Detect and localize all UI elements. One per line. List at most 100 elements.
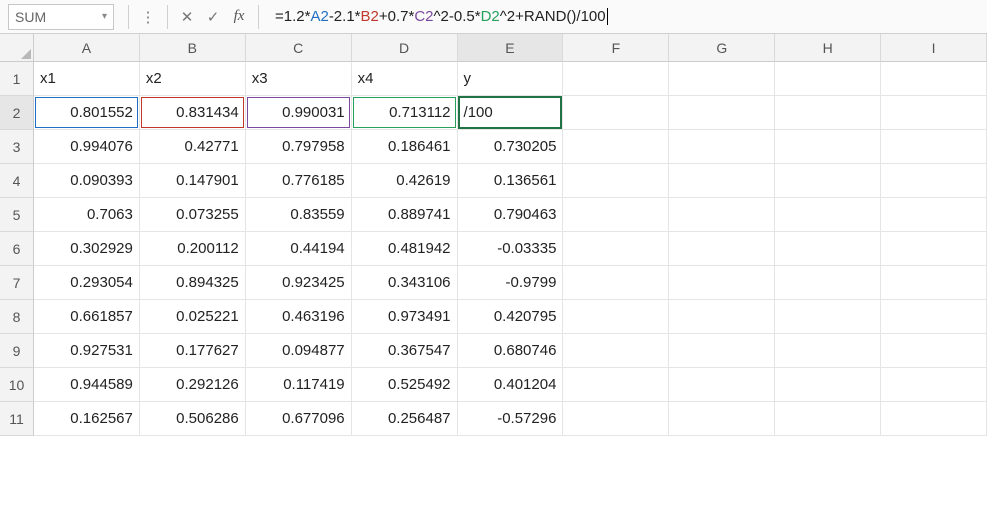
row-header-7[interactable]: 7 bbox=[0, 266, 34, 300]
cell-A6[interactable]: 0.302929 bbox=[34, 232, 140, 266]
cell-I6[interactable] bbox=[881, 232, 987, 266]
cell-G8[interactable] bbox=[669, 300, 775, 334]
cell-D9[interactable]: 0.367547 bbox=[352, 334, 458, 368]
cell-H7[interactable] bbox=[775, 266, 881, 300]
cell-B11[interactable]: 0.506286 bbox=[140, 402, 246, 436]
cell-E8[interactable]: 0.420795 bbox=[458, 300, 564, 334]
row-header-9[interactable]: 9 bbox=[0, 334, 34, 368]
cell-G11[interactable] bbox=[669, 402, 775, 436]
cell-B8[interactable]: 0.025221 bbox=[140, 300, 246, 334]
cell-C1[interactable]: x3 bbox=[246, 62, 352, 96]
cell-E7[interactable]: -0.9799 bbox=[458, 266, 564, 300]
col-header-F[interactable]: F bbox=[563, 34, 669, 62]
cell-D6[interactable]: 0.481942 bbox=[352, 232, 458, 266]
cell-D1[interactable]: x4 bbox=[352, 62, 458, 96]
cell-H11[interactable] bbox=[775, 402, 881, 436]
cell-G9[interactable] bbox=[669, 334, 775, 368]
cell-G1[interactable] bbox=[669, 62, 775, 96]
cell-A8[interactable]: 0.661857 bbox=[34, 300, 140, 334]
cell-F7[interactable] bbox=[563, 266, 669, 300]
col-header-B[interactable]: B bbox=[140, 34, 246, 62]
cell-H6[interactable] bbox=[775, 232, 881, 266]
row-header-6[interactable]: 6 bbox=[0, 232, 34, 266]
col-header-C[interactable]: C bbox=[246, 34, 352, 62]
cell-E1[interactable]: y bbox=[458, 62, 564, 96]
row-header-4[interactable]: 4 bbox=[0, 164, 34, 198]
cell-E11[interactable]: -0.57296 bbox=[458, 402, 564, 436]
cell-A4[interactable]: 0.090393 bbox=[34, 164, 140, 198]
cell-G6[interactable] bbox=[669, 232, 775, 266]
cell-F4[interactable] bbox=[563, 164, 669, 198]
cell-D7[interactable]: 0.343106 bbox=[352, 266, 458, 300]
cell-F11[interactable] bbox=[563, 402, 669, 436]
row-header-1[interactable]: 1 bbox=[0, 62, 34, 96]
cell-F10[interactable] bbox=[563, 368, 669, 402]
cell-G3[interactable] bbox=[669, 130, 775, 164]
cell-C8[interactable]: 0.463196 bbox=[246, 300, 352, 334]
cell-E5[interactable]: 0.790463 bbox=[458, 198, 564, 232]
cell-E2-editing[interactable]: /100 bbox=[458, 96, 564, 130]
row-header-10[interactable]: 10 bbox=[0, 368, 34, 402]
cell-I5[interactable] bbox=[881, 198, 987, 232]
cell-B2[interactable]: 0.831434 bbox=[140, 96, 246, 130]
dots-icon[interactable]: ⋮ bbox=[135, 4, 161, 30]
cell-C4[interactable]: 0.776185 bbox=[246, 164, 352, 198]
col-header-G[interactable]: G bbox=[669, 34, 775, 62]
cell-H3[interactable] bbox=[775, 130, 881, 164]
cell-A9[interactable]: 0.927531 bbox=[34, 334, 140, 368]
cell-G5[interactable] bbox=[669, 198, 775, 232]
formula-input[interactable]: =1.2*A2-2.1*B2+0.7*C2^2-0.5*D2^2+RAND()/… bbox=[265, 4, 987, 30]
row-header-5[interactable]: 5 bbox=[0, 198, 34, 232]
cell-B3[interactable]: 0.42771 bbox=[140, 130, 246, 164]
cell-I7[interactable] bbox=[881, 266, 987, 300]
cell-C3[interactable]: 0.797958 bbox=[246, 130, 352, 164]
cell-G10[interactable] bbox=[669, 368, 775, 402]
cell-B9[interactable]: 0.177627 bbox=[140, 334, 246, 368]
cell-F2[interactable] bbox=[563, 96, 669, 130]
cell-H10[interactable] bbox=[775, 368, 881, 402]
cell-D3[interactable]: 0.186461 bbox=[352, 130, 458, 164]
cell-H1[interactable] bbox=[775, 62, 881, 96]
row-header-11[interactable]: 11 bbox=[0, 402, 34, 436]
cell-D4[interactable]: 0.42619 bbox=[352, 164, 458, 198]
select-all-corner[interactable] bbox=[0, 34, 34, 62]
cell-D5[interactable]: 0.889741 bbox=[352, 198, 458, 232]
col-header-E[interactable]: E bbox=[458, 34, 564, 62]
cell-A7[interactable]: 0.293054 bbox=[34, 266, 140, 300]
cell-A5[interactable]: 0.7063 bbox=[34, 198, 140, 232]
cell-A2[interactable]: 0.801552 bbox=[34, 96, 140, 130]
cell-D8[interactable]: 0.973491 bbox=[352, 300, 458, 334]
cell-I9[interactable] bbox=[881, 334, 987, 368]
cell-A3[interactable]: 0.994076 bbox=[34, 130, 140, 164]
cell-B7[interactable]: 0.894325 bbox=[140, 266, 246, 300]
cell-G4[interactable] bbox=[669, 164, 775, 198]
cell-E6[interactable]: -0.03335 bbox=[458, 232, 564, 266]
row-header-2[interactable]: 2 bbox=[0, 96, 34, 130]
cell-D11[interactable]: 0.256487 bbox=[352, 402, 458, 436]
cell-I10[interactable] bbox=[881, 368, 987, 402]
cell-A11[interactable]: 0.162567 bbox=[34, 402, 140, 436]
row-header-3[interactable]: 3 bbox=[0, 130, 34, 164]
col-header-I[interactable]: I bbox=[881, 34, 987, 62]
cell-C2[interactable]: 0.990031 bbox=[246, 96, 352, 130]
col-header-D[interactable]: D bbox=[352, 34, 458, 62]
cell-F6[interactable] bbox=[563, 232, 669, 266]
cell-E10[interactable]: 0.401204 bbox=[458, 368, 564, 402]
cell-B1[interactable]: x2 bbox=[140, 62, 246, 96]
cell-F3[interactable] bbox=[563, 130, 669, 164]
accept-formula-button[interactable]: ✓ bbox=[200, 4, 226, 30]
cell-E9[interactable]: 0.680746 bbox=[458, 334, 564, 368]
row-header-8[interactable]: 8 bbox=[0, 300, 34, 334]
cell-D10[interactable]: 0.525492 bbox=[352, 368, 458, 402]
cell-F1[interactable] bbox=[563, 62, 669, 96]
cell-E4[interactable]: 0.136561 bbox=[458, 164, 564, 198]
cancel-formula-button[interactable]: ✕ bbox=[174, 4, 200, 30]
cell-I2[interactable] bbox=[881, 96, 987, 130]
cell-I8[interactable] bbox=[881, 300, 987, 334]
cell-E3[interactable]: 0.730205 bbox=[458, 130, 564, 164]
cell-G2[interactable] bbox=[669, 96, 775, 130]
cell-H8[interactable] bbox=[775, 300, 881, 334]
cell-F9[interactable] bbox=[563, 334, 669, 368]
fx-icon[interactable]: fx bbox=[226, 4, 252, 30]
cell-F5[interactable] bbox=[563, 198, 669, 232]
